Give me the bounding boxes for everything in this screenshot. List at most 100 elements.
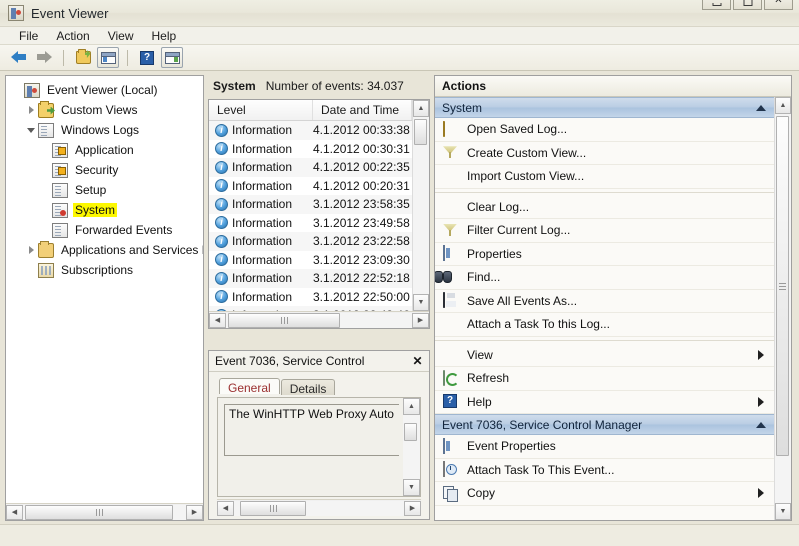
action-item-attach-a-task-to-this-log[interactable]: Attach a Task To this Log... [435, 313, 774, 337]
tab-general[interactable]: General [219, 378, 280, 394]
details-scroll-track[interactable] [403, 415, 420, 479]
event-row[interactable]: iInformation4.1.2012 00:22:35 [209, 158, 412, 177]
close-icon[interactable]: ✕ [410, 354, 425, 369]
tree-expander-closed-icon[interactable] [24, 240, 38, 260]
tree-expander-open-icon[interactable] [24, 120, 38, 140]
tree-scroll-right-button[interactable]: ▶ [186, 505, 203, 520]
event-list-scroll-right-button[interactable]: ▶ [412, 313, 429, 328]
minimize-button[interactable] [702, 0, 731, 10]
details-vertical-scrollbar[interactable]: ▲ ▼ [403, 398, 420, 496]
event-row[interactable]: iInformation4.1.2012 00:20:31 [209, 177, 412, 196]
menu-file[interactable]: File [10, 27, 47, 45]
event-datetime-cell: 4.1.2012 00:33:38 [313, 123, 412, 137]
action-item-save-all-events-as[interactable]: Save All Events As... [435, 290, 774, 314]
actions-scroll-up-button[interactable]: ▲ [775, 97, 791, 114]
menu-help[interactable]: Help [143, 27, 186, 45]
details-hscroll-thumb[interactable] [240, 501, 306, 516]
event-details-body: The WinHTTP Web Proxy Auto ▲ ▼ [217, 397, 421, 497]
tree-node-setup[interactable]: Setup [10, 180, 203, 200]
action-item-attach-task-to-this-event[interactable]: Attach Task To This Event... [435, 459, 774, 483]
tree-node-forwarded-events[interactable]: Forwarded Events [10, 220, 203, 240]
actions-group-header[interactable]: Event 7036, Service Control Manager [435, 414, 774, 435]
tree-expander-closed-icon[interactable] [24, 100, 38, 120]
tree-scroll-thumb[interactable] [25, 505, 173, 520]
event-row[interactable]: iInformation3.1.2012 22:50:00 [209, 288, 412, 307]
attach-task-icon [443, 461, 445, 477]
action-item-view[interactable]: View [435, 344, 774, 368]
event-list-pane: System Number of events: 34.037 Level Da… [208, 75, 430, 521]
details-horizontal-scrollbar[interactable]: ◀ ▶ [217, 499, 421, 516]
event-list-scroll-thumb[interactable] [414, 119, 427, 145]
action-item-refresh[interactable]: Refresh [435, 367, 774, 391]
event-row[interactable]: iInformation3.1.2012 22:52:18 [209, 269, 412, 288]
event-row[interactable]: iInformation3.1.2012 23:22:58 [209, 232, 412, 251]
event-row[interactable]: iInformation4.1.2012 00:33:38 [209, 121, 412, 140]
details-scroll-left-button[interactable]: ◀ [217, 501, 234, 516]
tree-node-applications-and-services-lo[interactable]: Applications and Services Lo [10, 240, 203, 260]
back-button[interactable] [8, 47, 30, 68]
tree-node-system[interactable]: System [10, 200, 203, 220]
toolbar-separator-1 [63, 50, 64, 66]
column-header-date-time[interactable]: Date and Time [313, 100, 412, 120]
filter-funnel-icon [443, 223, 460, 238]
action-item-copy[interactable]: Copy [435, 482, 774, 506]
action-item-create-custom-view[interactable]: Create Custom View... [435, 142, 774, 166]
tree-horizontal-scrollbar[interactable]: ◀ ▶ [6, 503, 203, 520]
details-scroll-up-button[interactable]: ▲ [403, 398, 420, 415]
menu-view[interactable]: View [99, 27, 143, 45]
tree-node-windows-logs[interactable]: Windows Logs [10, 120, 203, 140]
information-icon: i [215, 272, 228, 285]
action-item-properties[interactable]: Properties [435, 243, 774, 267]
actions-scroll-thumb[interactable] [776, 116, 789, 456]
tree-scroll-track[interactable] [23, 505, 186, 520]
menu-action[interactable]: Action [47, 27, 98, 45]
details-scroll-down-button[interactable]: ▼ [403, 479, 420, 496]
actions-group-header[interactable]: System [435, 97, 774, 118]
event-row[interactable]: iInformation4.1.2012 00:30:31 [209, 140, 412, 159]
event-row[interactable]: iInformation3.1.2012 23:09:30 [209, 251, 412, 270]
tree-node-security[interactable]: Security [10, 160, 203, 180]
maximize-button[interactable] [733, 0, 762, 10]
open-saved-log-button[interactable] [72, 47, 94, 68]
details-scroll-thumb[interactable] [404, 423, 417, 441]
forward-button[interactable] [33, 47, 55, 68]
event-row[interactable]: iInformation3.1.2012 23:58:35 [209, 195, 412, 214]
action-item-label: Properties [467, 247, 774, 261]
tree-node-event-viewer-local[interactable]: Event Viewer (Local) [10, 80, 203, 100]
action-item-help[interactable]: ?Help [435, 391, 774, 415]
event-list-scroll-left-button[interactable]: ◀ [209, 313, 226, 328]
details-scroll-right-button[interactable]: ▶ [404, 501, 421, 516]
show-hide-action-pane-button[interactable] [161, 47, 183, 68]
event-list-vertical-scrollbar[interactable]: ▲ ▼ [412, 100, 429, 311]
help-button[interactable]: ? [136, 47, 158, 68]
show-hide-console-tree-button[interactable] [97, 47, 119, 68]
action-item-import-custom-view[interactable]: Import Custom View... [435, 165, 774, 189]
caret-up-icon[interactable] [756, 422, 766, 428]
event-row[interactable]: iInformation3.1.2012 23:49:58 [209, 214, 412, 233]
event-list-hscroll-track[interactable] [226, 313, 412, 328]
event-description-text: The WinHTTP Web Proxy Auto [224, 404, 399, 456]
tree-node-subscriptions[interactable]: Subscriptions [10, 260, 203, 280]
action-item-open-saved-log[interactable]: Open Saved Log... [435, 118, 774, 142]
actions-scroll-track[interactable] [775, 114, 791, 503]
close-button[interactable]: ✕ [764, 0, 793, 10]
action-item-label: Event Properties [467, 439, 774, 453]
tree-node-custom-views[interactable]: Custom Views [10, 100, 203, 120]
action-item-find[interactable]: Find... [435, 266, 774, 290]
event-list-scroll-down-button[interactable]: ▼ [413, 294, 429, 311]
actions-scroll-down-button[interactable]: ▼ [775, 503, 791, 520]
action-item-clear-log[interactable]: Clear Log... [435, 196, 774, 220]
tree-node-application[interactable]: Application [10, 140, 203, 160]
details-hscroll-track[interactable] [234, 501, 404, 516]
column-header-level[interactable]: Level [209, 100, 313, 120]
tree-scroll-left-button[interactable]: ◀ [6, 505, 23, 520]
actions-vertical-scrollbar[interactable]: ▲ ▼ [774, 97, 791, 520]
action-item-filter-current-log[interactable]: Filter Current Log... [435, 219, 774, 243]
tab-details[interactable]: Details [281, 379, 336, 395]
action-item-event-properties[interactable]: Event Properties [435, 435, 774, 459]
event-list-scroll-up-button[interactable]: ▲ [413, 100, 429, 117]
event-list-scroll-track[interactable] [413, 117, 429, 294]
event-list-horizontal-scrollbar[interactable]: ◀ ▶ [209, 311, 429, 328]
event-list-hscroll-thumb[interactable] [228, 313, 340, 328]
caret-up-icon[interactable] [756, 105, 766, 111]
